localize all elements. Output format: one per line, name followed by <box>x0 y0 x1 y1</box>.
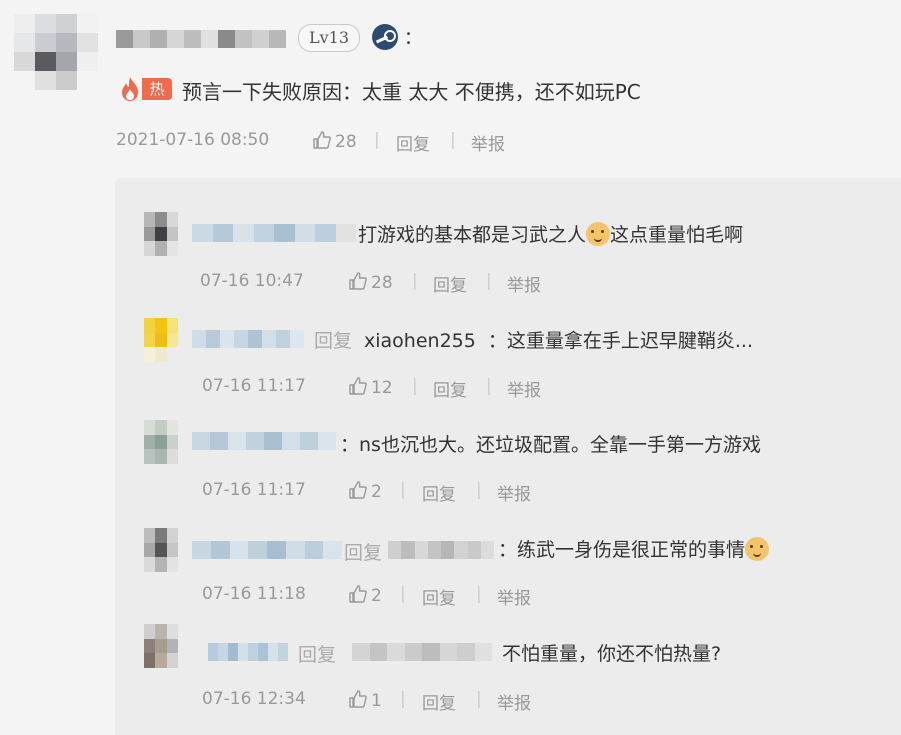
divider: | <box>486 376 492 396</box>
level-badge: Lv13 <box>298 24 360 52</box>
divider: | <box>400 584 406 604</box>
reply-text: ：ns也沉也大。还垃圾配置。全靠一手第一方游戏 <box>340 434 761 456</box>
reply-text: 回复 xiaohen255 ：这重量拿在手上迟早腱鞘炎... <box>314 326 753 353</box>
divider: | <box>400 480 406 500</box>
reply-target[interactable] <box>388 541 494 559</box>
divider: | <box>412 376 418 396</box>
comment-text: 预言一下失败原因：太重 太大 不便携，还不如玩PC <box>182 80 641 104</box>
report-button[interactable]: 举报 <box>507 376 541 401</box>
reply-prefix: 回复 <box>314 330 353 352</box>
timestamp: 07-16 10:47 <box>200 271 304 291</box>
report-button[interactable]: 举报 <box>471 130 505 155</box>
reply-prefix: 回复 <box>298 644 337 666</box>
divider: | <box>476 584 482 604</box>
like-button[interactable]: 2 <box>348 584 382 606</box>
timestamp: 2021-07-16 08:50 <box>116 130 270 150</box>
like-count: 1 <box>371 691 382 711</box>
reply-text-part: ：练武一身伤是很正常的事情 <box>498 539 746 561</box>
thumb-up-icon <box>349 481 367 499</box>
reply-text: 不怕重量，你还不怕热量? <box>502 643 722 665</box>
divider: | <box>486 271 492 291</box>
reply-target[interactable] <box>352 643 492 661</box>
reply-button[interactable]: 回复 <box>422 689 456 714</box>
timestamp: 07-16 12:34 <box>202 689 306 709</box>
fire-icon <box>122 77 138 101</box>
divider: | <box>374 130 380 150</box>
hot-label: 热 <box>142 78 172 100</box>
steam-icon[interactable] <box>372 24 398 50</box>
reply-text-part: 这点重量怕毛啊 <box>610 224 744 246</box>
avatar[interactable] <box>14 14 98 90</box>
like-count: 28 <box>371 273 393 293</box>
reply-button[interactable]: 回复 <box>396 130 430 155</box>
like-button[interactable]: 28 <box>312 130 357 152</box>
reply-text-part: ：这重量拿在手上迟早腱鞘炎... <box>487 330 753 352</box>
reply-button[interactable]: 回复 <box>433 271 467 296</box>
report-button[interactable]: 举报 <box>507 271 541 296</box>
avatar[interactable] <box>144 420 178 464</box>
like-button[interactable]: 12 <box>348 376 393 398</box>
like-count: 28 <box>335 132 357 152</box>
thumb-up-icon <box>349 585 367 603</box>
thumb-up-icon <box>349 690 367 708</box>
reply-button[interactable]: 回复 <box>433 376 467 401</box>
like-button[interactable]: 28 <box>348 271 393 293</box>
username[interactable] <box>208 643 288 661</box>
like-button[interactable]: 1 <box>348 689 382 711</box>
report-button[interactable]: 举报 <box>497 689 531 714</box>
dog-emoji-icon <box>586 222 611 246</box>
reply-button[interactable]: 回复 <box>422 480 456 505</box>
avatar[interactable] <box>144 624 178 668</box>
username[interactable] <box>192 432 336 450</box>
avatar[interactable] <box>144 528 178 572</box>
colon: ： <box>404 28 422 49</box>
like-button[interactable]: 2 <box>348 480 382 502</box>
divider: | <box>450 130 456 150</box>
thumb-up-icon <box>313 131 331 149</box>
report-button[interactable]: 举报 <box>497 480 531 505</box>
thumb-up-icon <box>349 377 367 395</box>
username[interactable] <box>192 330 304 348</box>
username[interactable] <box>116 30 286 48</box>
hot-badge: 热 <box>118 76 172 102</box>
reply-prefix: 回复 <box>344 542 383 564</box>
report-button[interactable]: 举报 <box>497 584 531 609</box>
dog-emoji-icon <box>745 537 770 561</box>
divider: | <box>412 271 418 291</box>
avatar[interactable] <box>144 212 178 256</box>
reply-text-part: 打游戏的基本都是习武之人 <box>358 224 587 246</box>
reply-button[interactable]: 回复 <box>422 584 456 609</box>
reply-text: 打游戏的基本都是习武之人 这点重量怕毛啊 <box>358 220 743 247</box>
timestamp: 07-16 11:18 <box>202 584 306 604</box>
like-count: 12 <box>371 378 393 398</box>
avatar[interactable] <box>144 318 178 362</box>
reply-text: ：练武一身伤是很正常的事情 <box>498 535 770 562</box>
divider: | <box>476 689 482 709</box>
thumb-up-icon <box>349 272 367 290</box>
timestamp: 07-16 11:17 <box>202 376 306 396</box>
username[interactable] <box>192 224 356 242</box>
divider: | <box>476 480 482 500</box>
divider: | <box>400 689 406 709</box>
like-count: 2 <box>371 482 382 502</box>
timestamp: 07-16 11:17 <box>202 480 306 500</box>
like-count: 2 <box>371 586 382 606</box>
reply-target[interactable]: xiaohen255 <box>364 330 476 352</box>
username[interactable] <box>192 541 342 559</box>
